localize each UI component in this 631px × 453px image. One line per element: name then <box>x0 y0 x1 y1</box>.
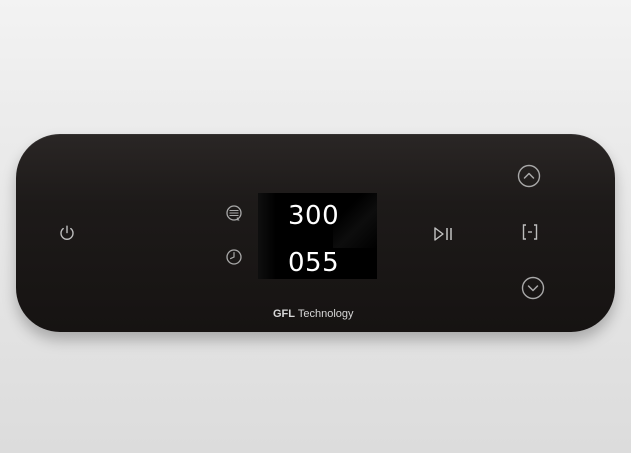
mode-button[interactable] <box>521 223 539 241</box>
power-setting-icon <box>225 204 243 222</box>
play-pause-icon <box>434 227 452 241</box>
chevron-down-icon <box>521 276 545 300</box>
power-icon <box>60 225 74 240</box>
clock-icon <box>225 248 243 266</box>
up-button[interactable] <box>517 164 541 188</box>
display-reflection <box>333 193 377 248</box>
brand-label: GFL Technology <box>273 308 354 320</box>
brand-label-rest: Technology <box>295 308 354 320</box>
start-pause-button[interactable] <box>433 226 455 242</box>
display-glare <box>258 193 276 279</box>
led-display: 300 055 <box>258 193 377 279</box>
bracket-minus-icon <box>522 224 538 240</box>
down-button[interactable] <box>521 276 545 300</box>
power-button[interactable] <box>58 224 76 242</box>
control-panel: 300 055 GFL Technology <box>16 134 615 332</box>
brand-label-bold: GFL <box>273 308 295 320</box>
power-readout: 300 <box>288 201 340 231</box>
time-readout: 055 <box>288 248 340 278</box>
chevron-up-icon <box>517 164 541 188</box>
